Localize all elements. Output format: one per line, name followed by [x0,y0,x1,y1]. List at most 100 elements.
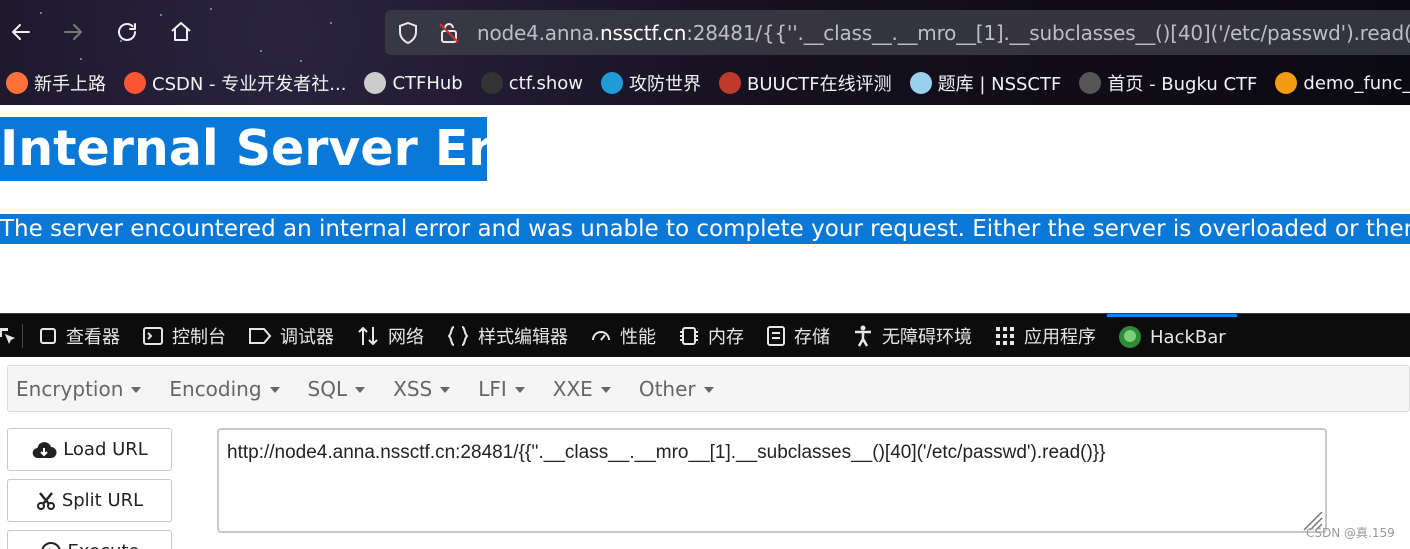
devtools-tab[interactable]: 调试器 [237,314,345,357]
forward-button[interactable] [58,17,88,47]
devtools-tab-label: 样式编辑器 [478,326,568,348]
bookmark-item[interactable]: demo_func_s [1275,72,1410,94]
bookmark-item[interactable]: 新手上路 [6,70,106,96]
error-message: The server encountered an internal error… [0,214,1410,244]
reload-icon [118,23,136,41]
devtools-tab-label: 查看器 [66,326,120,348]
devtools-tab-label: 调试器 [280,326,334,348]
element-picker-button[interactable] [0,314,18,357]
shield-icon[interactable] [397,21,419,45]
devtools-tab[interactable]: 内存 [667,314,755,357]
hackbar-menu-sql[interactable]: SQL [300,377,378,401]
performance-icon [590,325,612,347]
hackbar-icon [1118,325,1142,349]
url-textarea[interactable] [217,428,1327,533]
csdn-icon [124,72,146,94]
hackbar-menu-lfi[interactable]: LFI [470,377,537,401]
devtools-tab-label: 控制台 [172,326,226,348]
bookmark-item[interactable]: CTFHub [364,72,463,94]
application-icon [994,325,1016,347]
watermark: CSDN @真.159 [1306,526,1395,540]
bookmark-item[interactable]: 攻防世界 [600,70,701,96]
devtools-tab[interactable]: 存储 [755,314,841,357]
hackbar-menu-label: SQL [307,376,348,401]
toolbar-separator [22,323,23,348]
devtools-tab[interactable]: 查看器 [27,314,131,357]
back-button[interactable] [6,17,36,47]
devtools-tab-label: 应用程序 [1024,326,1096,348]
demo-icon [1275,72,1298,94]
hackbar-menu-encoding[interactable]: Encoding [161,377,291,401]
devtools-tab[interactable]: 控制台 [131,314,237,357]
page-title: Internal Server Error [0,117,487,181]
forward-arrow-icon [64,24,82,40]
hackbar-menu-xss[interactable]: XSS [385,377,462,401]
cloud-download-icon [31,440,57,460]
nssctf-icon [909,72,932,94]
bookmark-item[interactable]: 题库 | NSSCTF [909,70,1062,96]
devtools-tab-label: 无障碍环境 [882,326,972,348]
execute-button[interactable]: Execute [7,530,172,549]
bookmark-item[interactable]: 首页 - Bugku CTF [1079,70,1257,96]
hackbar-menu-xxe[interactable]: XXE [545,377,623,401]
firefox-icon [6,72,28,94]
devtools-tab-label: 内存 [708,326,744,348]
load-url-label: Load URL [63,439,148,460]
devtools-tab[interactable]: 样式编辑器 [435,314,579,357]
play-icon [40,541,62,549]
bookmark-item[interactable]: CSDN - 专业开发者社... [124,70,346,96]
split-url-button[interactable]: Split URL [7,479,172,522]
devtools-tab[interactable]: 无障碍环境 [841,314,983,357]
bookmark-label: 首页 - Bugku CTF [1107,74,1258,95]
home-icon [171,22,191,41]
bookmark-label: ctf.show [508,72,583,94]
pick-element-icon [0,327,15,344]
bookmark-label: demo_func_s [1303,72,1410,94]
home-button[interactable] [166,17,196,47]
hackbar-menu-encryption[interactable]: Encryption [8,377,153,401]
devtools-tab[interactable]: 性能 [579,314,667,357]
split-url-label: Split URL [61,490,144,511]
hackbar-menu-label: Encoding [169,376,262,401]
bookmarks-bar: 新手上路 CSDN - 专业开发者社... CTFHub ctf.show 攻防世界 BU… [0,66,1410,100]
address-bar[interactable]: node4.anna.nssctf.cn:28481/{{''.__class_… [385,10,1410,55]
devtools-tab[interactable]: HackBar [1107,314,1237,357]
caret-down-icon [355,386,366,393]
bookmark-item[interactable]: BUUCTF在线评测 [718,70,892,96]
url-text: node4.anna.nssctf.cn:28481/{{''.__class_… [477,21,1410,45]
caret-down-icon [600,386,611,393]
devtools-tab[interactable]: 网络 [345,314,435,357]
network-icon [356,325,380,347]
devtools-tab-label: 存储 [794,326,830,348]
insecure-lock-icon[interactable] [437,21,461,45]
bookmark-label: 题库 | NSSCTF [937,74,1062,95]
scissors-icon [36,491,56,511]
inspector-icon [38,326,58,346]
devtools-tab-list: 查看器 控制台 调试器 网络 样式编辑器 性能 内存 存储 无障碍环境 应用程序 HackBar [27,314,1237,357]
buuctf-icon [718,72,741,94]
hackbar-menu-other[interactable]: Other [631,377,726,401]
ctfshow-icon [480,72,503,94]
bookmark-item[interactable]: ctf.show [480,72,583,94]
adworld-icon [600,72,623,94]
accessibility-icon [852,324,874,348]
load-url-button[interactable]: Load URL [7,428,172,471]
ctfhub-icon [364,72,387,94]
back-arrow-icon [12,24,30,40]
reload-button[interactable] [112,17,142,47]
hackbar-menu-label: XXE [552,376,593,401]
hackbar-menu-label: LFI [478,376,507,401]
style-editor-icon [446,325,470,347]
devtools-toolbar: 查看器 控制台 调试器 网络 样式编辑器 性能 内存 存储 无障碍环境 应用程序 HackBar [0,313,1410,357]
caret-down-icon [703,386,714,393]
bugku-icon [1079,72,1102,94]
devtools-tab[interactable]: 应用程序 [983,314,1107,357]
caret-down-icon [269,386,280,393]
hackbar-menu: Encryption Encoding SQL XSS LFI XXE Other [7,365,1410,412]
memory-icon [678,325,700,347]
devtools-tab-label: HackBar [1150,326,1226,348]
bookmark-label: CTFHub [392,72,463,94]
execute-label: Execute [68,541,140,549]
hackbar-menu-label: Other [638,376,696,401]
hackbar-menu-label: XSS [393,376,433,401]
